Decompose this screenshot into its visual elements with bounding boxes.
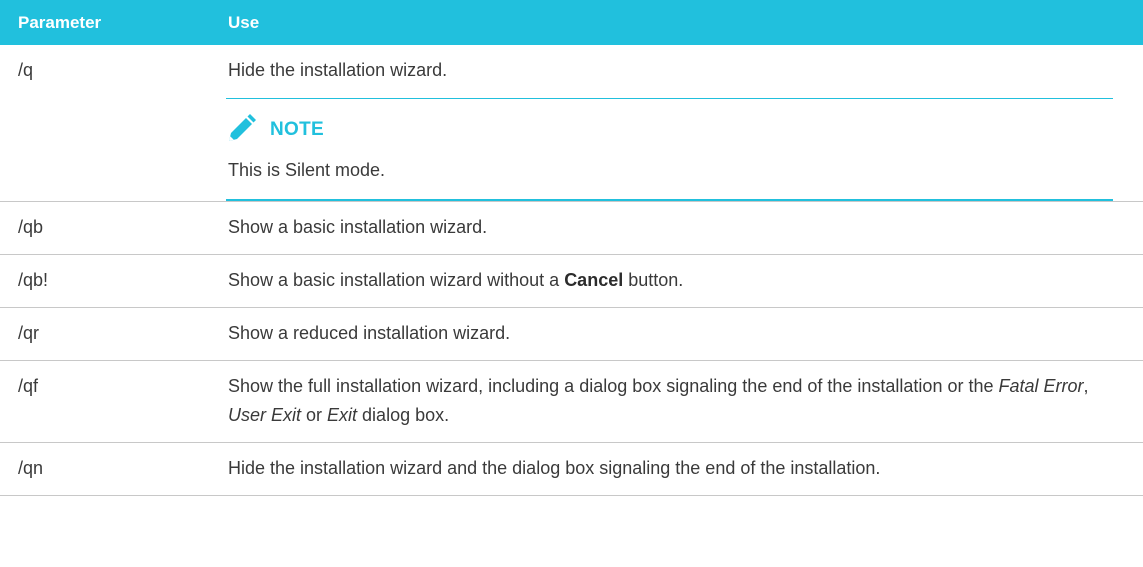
use-text: Hide the installation wizard. bbox=[228, 60, 448, 80]
table-row: /qn Hide the installation wizard and the… bbox=[0, 442, 1143, 496]
note-box: NOTE This is Silent mode. bbox=[226, 98, 1113, 201]
use-cell: Show a basic installation wizard. bbox=[228, 201, 1143, 255]
pencil-icon bbox=[229, 114, 256, 141]
use-cell: Show the full installation wizard, inclu… bbox=[228, 360, 1143, 443]
user-exit-label: User Exit bbox=[228, 405, 302, 425]
param-cell: /qn bbox=[0, 442, 228, 496]
cancel-label: Cancel bbox=[564, 270, 624, 290]
param-cell: /qb! bbox=[0, 254, 228, 308]
use-text-end: dialog box. bbox=[357, 405, 450, 425]
table-row: /qf Show the full installation wizard, i… bbox=[0, 360, 1143, 443]
note-header: NOTE bbox=[228, 112, 1113, 146]
use-text-sep2: or bbox=[301, 405, 328, 425]
note-title: NOTE bbox=[270, 118, 324, 140]
table-header-row: Parameter Use bbox=[0, 0, 1143, 45]
table-row: /qb! Show a basic installation wizard wi… bbox=[0, 254, 1143, 308]
param-cell: /q bbox=[0, 45, 228, 202]
parameters-table: Parameter Use /q Hide the installation w… bbox=[0, 0, 1143, 496]
exit-label: Exit bbox=[327, 405, 358, 425]
param-cell: /qr bbox=[0, 307, 228, 361]
use-cell: Show a basic installation wizard without… bbox=[228, 254, 1143, 308]
use-text: Show a basic installation wizard without… bbox=[228, 270, 565, 290]
use-cell: Hide the installation wizard. NOTE This … bbox=[226, 45, 1143, 202]
use-text-sep1: , bbox=[1083, 376, 1089, 396]
param-cell: /qb bbox=[0, 201, 228, 255]
header-parameter: Parameter bbox=[0, 0, 228, 45]
use-text-end: button. bbox=[623, 270, 684, 290]
use-cell: Hide the installation wizard and the dia… bbox=[228, 442, 1143, 496]
use-cell: Show a reduced installation wizard. bbox=[228, 307, 1143, 361]
header-use: Use bbox=[228, 0, 1143, 45]
note-text: This is Silent mode. bbox=[228, 160, 386, 180]
fatal-error-label: Fatal Error bbox=[998, 376, 1084, 396]
table-row: /q Hide the installation wizard. NOTE Th… bbox=[0, 45, 1143, 202]
table-row: /qr Show a reduced installation wizard. bbox=[0, 307, 1143, 361]
param-cell: /qf bbox=[0, 360, 228, 443]
use-text: Show the full installation wizard, inclu… bbox=[228, 376, 999, 396]
table-row: /qb Show a basic installation wizard. bbox=[0, 201, 1143, 255]
